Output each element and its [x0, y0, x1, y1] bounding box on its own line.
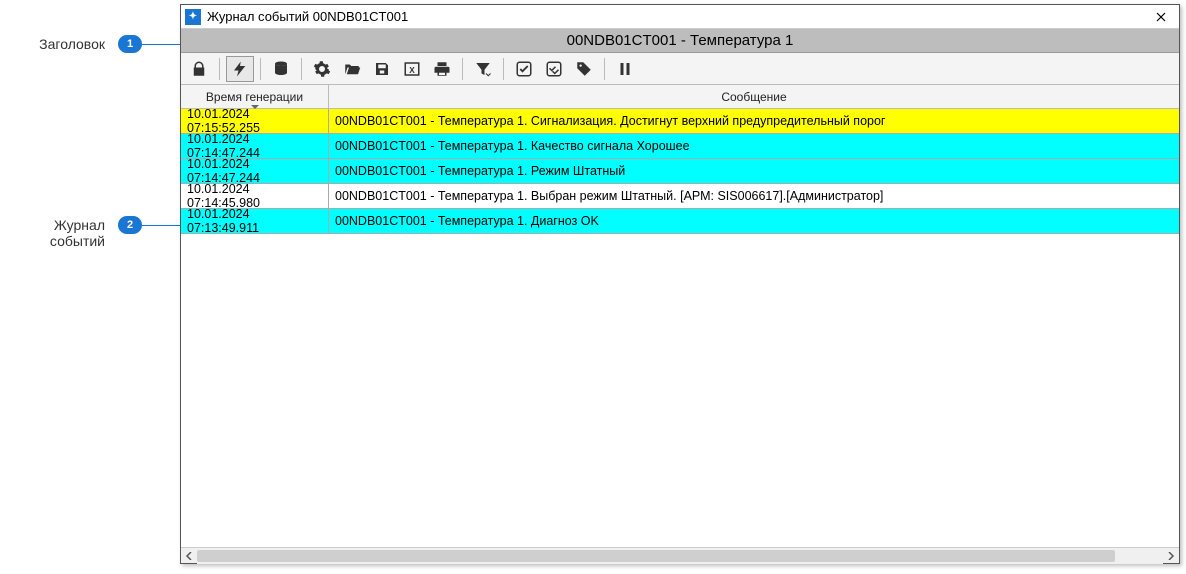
close-icon [1156, 12, 1166, 22]
open-button[interactable] [338, 56, 366, 82]
cell-message: 00NDB01CT001 - Температура 1. Сигнализац… [329, 109, 1179, 133]
toolbar-sep [604, 58, 605, 80]
sort-desc-icon [251, 105, 259, 109]
scroll-right-button[interactable] [1163, 548, 1179, 564]
excel-icon: X [403, 60, 421, 78]
cell-time: 10.01.2024 07:14:45.980 [181, 184, 329, 208]
column-header-time-label: Время генерации [206, 90, 303, 104]
grid-body: 10.01.2024 07:15:52.255 00NDB01CT001 - Т… [181, 109, 1179, 547]
callout-label-1: Заголовок [0, 36, 105, 52]
svg-text:X: X [409, 65, 415, 74]
chevron-right-icon [1167, 552, 1175, 560]
chevron-left-icon [185, 552, 193, 560]
callout-badge-1: 1 [118, 35, 142, 53]
save-button[interactable] [368, 56, 396, 82]
horizontal-scrollbar[interactable] [181, 547, 1179, 563]
tag-icon [575, 60, 593, 78]
table-row[interactable]: 10.01.2024 07:14:47.244 00NDB01CT001 - Т… [181, 134, 1179, 159]
gear-icon [313, 60, 331, 78]
window-titlebar: ✦ Журнал событий 00NDB01CT001 [181, 5, 1179, 29]
check-square-icon [515, 60, 533, 78]
callout-line-2 [142, 225, 180, 226]
cell-time: 10.01.2024 07:15:52.255 [181, 109, 329, 133]
print-button[interactable] [428, 56, 456, 82]
tag-button[interactable] [570, 56, 598, 82]
database-icon [272, 60, 290, 78]
bolt-icon [231, 60, 249, 78]
export-excel-button[interactable]: X [398, 56, 426, 82]
cell-message: 00NDB01CT001 - Температура 1. Диагноз OK [329, 209, 1179, 233]
folder-open-icon [343, 60, 361, 78]
callout-badge-2: 2 [118, 216, 142, 234]
grid-header: Время генерации Сообщение [181, 85, 1179, 109]
subject-header: 00NDB01CT001 - Температура 1 [181, 29, 1179, 53]
cell-message: 00NDB01CT001 - Температура 1. Качество с… [329, 134, 1179, 158]
cell-time: 10.01.2024 07:13:49.911 [181, 209, 329, 233]
close-button[interactable] [1147, 6, 1175, 28]
pause-button[interactable] [611, 56, 639, 82]
cell-time: 10.01.2024 07:14:47.244 [181, 134, 329, 158]
scrollbar-track[interactable] [197, 548, 1163, 564]
ack-all-button[interactable] [540, 56, 568, 82]
lock-button[interactable] [185, 56, 213, 82]
toolbar-sep [503, 58, 504, 80]
db-button[interactable] [267, 56, 295, 82]
filter-icon [474, 60, 492, 78]
scrollbar-thumb[interactable] [197, 550, 1115, 562]
toolbar-sep [219, 58, 220, 80]
callout-label-2: Журнал событий [0, 217, 105, 249]
toolbar-sep [260, 58, 261, 80]
window-title: Журнал событий 00NDB01CT001 [207, 9, 1147, 24]
settings-button[interactable] [308, 56, 336, 82]
table-row[interactable]: 10.01.2024 07:14:45.980 00NDB01CT001 - Т… [181, 184, 1179, 209]
column-header-time[interactable]: Время генерации [181, 85, 329, 108]
subject-header-text: 00NDB01CT001 - Температура 1 [567, 32, 794, 49]
toolbar-sep [462, 58, 463, 80]
table-row[interactable]: 10.01.2024 07:13:49.911 00NDB01CT001 - Т… [181, 209, 1179, 234]
check-square-all-icon [545, 60, 563, 78]
bolt-button[interactable] [226, 56, 254, 82]
save-icon [373, 60, 391, 78]
lock-icon [190, 60, 208, 78]
callout-line-1 [142, 44, 180, 45]
table-row[interactable]: 10.01.2024 07:15:52.255 00NDB01CT001 - Т… [181, 109, 1179, 134]
column-header-message[interactable]: Сообщение [329, 85, 1179, 108]
cell-time: 10.01.2024 07:14:47.244 [181, 159, 329, 183]
ack-button[interactable] [510, 56, 538, 82]
filter-button[interactable] [469, 56, 497, 82]
toolbar: X [181, 53, 1179, 85]
column-header-message-label: Сообщение [721, 90, 786, 104]
scroll-left-button[interactable] [181, 548, 197, 564]
cell-message: 00NDB01CT001 - Температура 1. Выбран реж… [329, 184, 1179, 208]
pause-icon [616, 60, 634, 78]
table-row[interactable]: 10.01.2024 07:14:47.244 00NDB01CT001 - Т… [181, 159, 1179, 184]
cell-message: 00NDB01CT001 - Температура 1. Режим Штат… [329, 159, 1179, 183]
event-journal-window: ✦ Журнал событий 00NDB01CT001 00NDB01CT0… [180, 4, 1180, 564]
print-icon [433, 60, 451, 78]
app-icon: ✦ [185, 9, 201, 25]
toolbar-sep [301, 58, 302, 80]
